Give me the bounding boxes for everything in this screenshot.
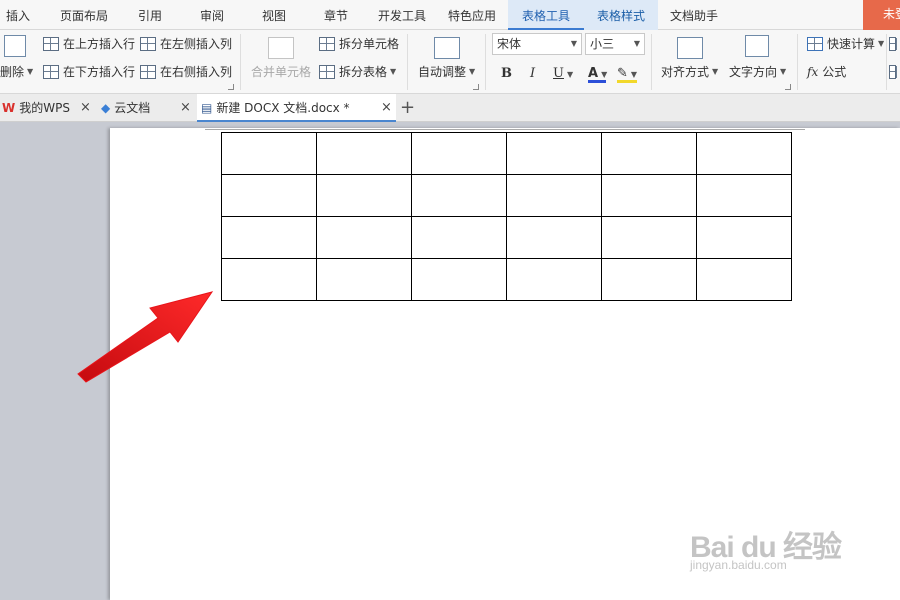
watermark: Bai du 经验 jingyan.baidu.com — [690, 500, 860, 580]
red-arrow-icon — [77, 291, 214, 383]
watermark-url: jingyan.baidu.com — [690, 558, 787, 572]
